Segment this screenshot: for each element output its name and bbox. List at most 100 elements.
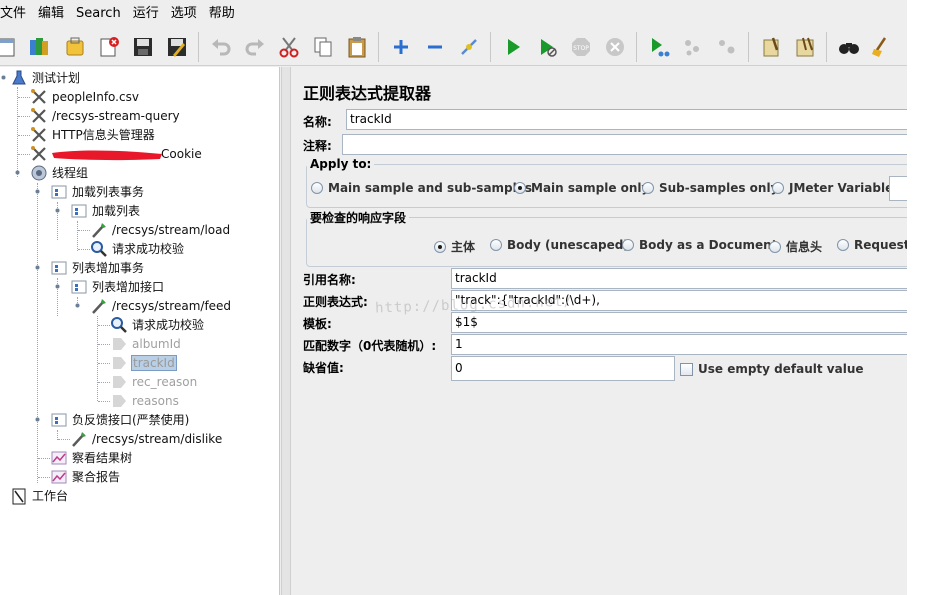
tree-connector [58,439,70,440]
radio-main-only[interactable]: Main sample only [514,181,649,195]
tree-node-dislike-sampler[interactable]: /recsys/stream/dislike [70,429,223,448]
undo-icon[interactable] [206,32,236,62]
tree-node-workbench[interactable]: 工作台 [10,486,69,505]
template-field[interactable]: $1$ [451,312,907,333]
collapse-toggle-icon[interactable] [33,187,42,196]
tree-node-label: /recsys/stream/feed [112,298,232,313]
menu-search[interactable]: Search [70,0,127,28]
controller-icon [70,202,88,220]
svg-text:STOP: STOP [573,45,589,52]
search-icon[interactable] [834,32,864,62]
split-pane-divider[interactable] [281,67,291,595]
tree-node-label: 列表增加接口 [92,280,165,294]
match-no-field[interactable]: 1 [451,334,907,355]
tree-node-albumid[interactable]: albumId [110,334,182,353]
assertion-icon [90,240,108,258]
close-icon[interactable] [94,32,124,62]
radio-body-as-document[interactable]: Body as a Document [622,238,777,252]
radio-label: JMeter Variable [789,181,894,195]
radio-label: Main sample and sub-samples [328,181,533,195]
save-icon[interactable] [128,32,158,62]
tree-node-rec-reason[interactable]: rec_reason [110,372,198,391]
tree-node-stream-query[interactable]: /recsys-stream-query [30,106,181,125]
tree-connector [98,401,110,402]
ref-name-field[interactable]: trackId [451,268,907,289]
open-icon[interactable] [60,32,90,62]
regex-row: 正则表达式: [303,291,368,312]
tree-node-add-interface[interactable]: 列表增加接口 [70,277,165,296]
tree-node-load-list[interactable]: 加载列表 [70,201,141,220]
tree-node-test-plan[interactable]: 测试计划 [10,68,81,87]
tree-node-results-tree[interactable]: 察看结果树 [50,448,133,467]
collapse-toggle-icon[interactable] [33,263,42,272]
use-empty-default-checkbox[interactable]: Use empty default value [680,362,864,376]
tree-node-thread-group[interactable]: 线程组 [30,163,89,182]
radio-main-and-sub[interactable]: Main sample and sub-samples [311,181,532,195]
tree-node-aggregate-report[interactable]: 聚合报告 [50,467,121,486]
tree-node-add-transaction[interactable]: 列表增加事务 [50,258,145,277]
collapse-toggle-icon[interactable] [73,301,82,310]
tree-node-feed-assertion[interactable]: 请求成功校验 [110,315,205,334]
tree-node-load-assertion[interactable]: 请求成功校验 [90,239,185,258]
tree-node-label: 请求成功校验 [112,242,185,256]
tree-node-feed-sampler[interactable]: /recsys/stream/feed [90,296,232,315]
new-icon[interactable] [0,32,22,62]
tree-node-load-sampler[interactable]: /recsys/stream/load [90,220,231,239]
collapse-toggle-icon[interactable] [53,282,62,291]
menu-help[interactable]: 帮助 [203,0,241,28]
stop-icon[interactable]: STOP [566,32,596,62]
clear-icon[interactable] [756,32,786,62]
tree-node-header-manager[interactable]: HTTP信息头管理器 [30,125,156,144]
reset-search-icon[interactable] [866,32,896,62]
template-label: 模板: [303,317,332,331]
remote-stop-icon[interactable] [678,32,708,62]
listener-icon [50,449,68,467]
checkbox-label: Use empty default value [698,362,864,376]
remote-exit-icon[interactable] [712,32,742,62]
tree-node-reasons[interactable]: reasons [110,391,180,410]
radio-jmeter-variable[interactable]: JMeter Variable [772,181,893,195]
expand-icon[interactable] [386,32,416,62]
start-icon[interactable] [498,32,528,62]
toggle-icon[interactable] [454,32,484,62]
tree-node-label: 加载列表事务 [72,185,145,199]
menu-file[interactable]: 文件 [0,0,32,28]
collapse-icon[interactable] [420,32,450,62]
name-field[interactable]: trackId [346,109,907,130]
templates-icon[interactable] [24,32,54,62]
radio-body-unescaped[interactable]: Body (unescaped) [490,238,629,252]
test-plan-tree[interactable]: 测试计划 peopleInfo.csv /recsys-stream-query… [0,67,280,595]
start-no-pause-icon[interactable] [532,32,562,62]
shutdown-icon[interactable] [600,32,630,62]
tree-node-trackid[interactable]: trackId [110,353,177,372]
tree-node-load-transaction[interactable]: 加载列表事务 [50,182,145,201]
collapse-toggle-icon[interactable] [33,415,42,424]
remote-start-icon[interactable] [644,32,674,62]
cut-icon[interactable] [274,32,304,62]
clear-all-icon[interactable] [790,32,820,62]
menu-edit[interactable]: 编辑 [32,0,70,28]
redo-icon[interactable] [240,32,270,62]
comment-field[interactable] [342,134,907,155]
tree-node-label: albumId [132,336,181,351]
radio-headers[interactable]: 信息头 [769,238,822,255]
tree-node-csv-config[interactable]: peopleInfo.csv [30,87,140,106]
collapse-toggle-icon[interactable] [0,73,8,82]
radio-sub-only[interactable]: Sub-samples only [642,181,778,195]
radio-body[interactable]: 主体 [434,238,475,255]
save-as-icon[interactable] [162,32,192,62]
collapse-toggle-icon[interactable] [53,206,62,215]
radio-label: Request I [854,238,907,252]
radio-request-headers[interactable]: Request I [837,238,907,252]
default-value-field[interactable]: 0 [451,356,675,381]
collapse-toggle-icon[interactable] [13,168,22,177]
menu-run[interactable]: 运行 [127,0,165,28]
copy-icon[interactable] [308,32,338,62]
tree-node-label: rec_reason [132,374,198,389]
tree-connector [38,477,50,478]
menu-options[interactable]: 选项 [165,0,203,28]
controller-icon [70,278,88,296]
tree-node-dislike-interface[interactable]: 负反馈接口(严禁使用) [50,410,190,429]
jmeter-variable-field[interactable] [889,176,907,201]
paste-icon[interactable] [342,32,372,62]
